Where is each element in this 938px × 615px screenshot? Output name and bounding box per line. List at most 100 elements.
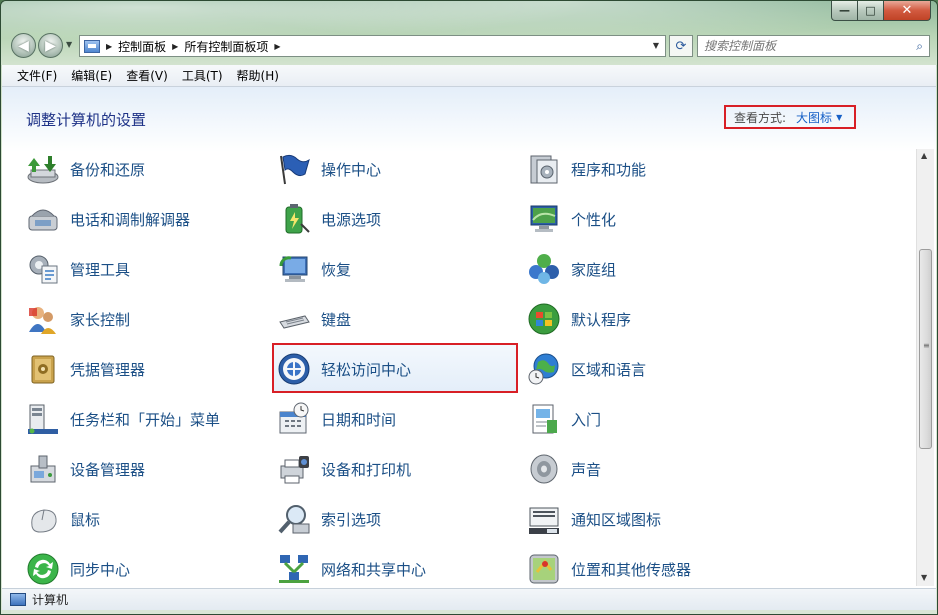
action-center-flag-icon <box>277 152 311 186</box>
item-date-time[interactable]: 日期和时间 <box>277 395 396 443</box>
refresh-button[interactable]: ⟳ <box>669 35 693 57</box>
caption-buttons: — □ ✕ <box>831 1 931 21</box>
menu-file[interactable]: 文件(F) <box>10 67 64 84</box>
address-dropdown-chevron-icon[interactable]: ▼ <box>653 41 659 50</box>
item-indexing-options[interactable]: 索引选项 <box>277 495 381 543</box>
breadcrumb-separator-icon[interactable]: ▶ <box>106 42 112 51</box>
recovery-icon <box>277 252 311 286</box>
admin-tools-icon <box>26 252 60 286</box>
item-backup-restore[interactable]: 备份和还原 <box>26 149 145 193</box>
item-label: 操作中心 <box>321 160 382 179</box>
item-ease-of-access[interactable]: 轻松访问中心 <box>277 345 411 393</box>
item-label: 恢复 <box>321 260 352 279</box>
maximize-button[interactable]: □ <box>858 1 884 21</box>
programs-features-icon <box>527 152 561 186</box>
ease-of-access-icon <box>277 352 311 386</box>
item-homegroup[interactable]: 家庭组 <box>527 245 616 293</box>
item-phone-modem[interactable]: 电话和调制解调器 <box>26 195 190 243</box>
item-sync-center[interactable]: 同步中心 <box>26 545 130 588</box>
content-area: 调整计算机的设置 查看方式: 大图标 ▼ 备份和还原 电话和调制解调器 管理工具… <box>2 87 936 588</box>
homegroup-icon <box>527 252 561 286</box>
view-by-label: 查看方式: <box>734 110 787 125</box>
item-devices-printers[interactable]: 设备和打印机 <box>277 445 411 493</box>
item-credential-manager[interactable]: 凭据管理器 <box>26 345 145 393</box>
chevron-down-icon[interactable]: ▼ <box>836 113 842 122</box>
keyboard-icon <box>277 302 311 336</box>
breadcrumb-separator-icon[interactable]: ▶ <box>172 42 178 51</box>
item-label: 设备和打印机 <box>321 460 412 479</box>
scroll-down-arrow-icon[interactable]: ▼ <box>921 573 927 582</box>
breadcrumb-separator-icon[interactable]: ▶ <box>274 42 280 51</box>
credential-manager-icon <box>26 352 60 386</box>
forward-arrow-icon: ▶ <box>45 37 56 54</box>
item-label: 管理工具 <box>70 260 131 279</box>
view-by-selector[interactable]: 查看方式: 大图标 ▼ <box>724 105 856 129</box>
vertical-scrollbar[interactable]: ▲ ≡ ▼ <box>916 149 934 586</box>
back-arrow-icon: ◀ <box>18 37 29 54</box>
item-default-programs[interactable]: 默认程序 <box>527 295 631 343</box>
item-recovery[interactable]: 恢复 <box>277 245 351 293</box>
sync-center-icon <box>26 552 60 586</box>
search-icon[interactable]: ⌕ <box>916 39 923 54</box>
item-sound[interactable]: 声音 <box>527 445 601 493</box>
location-sensors-icon <box>527 552 561 586</box>
item-location-sensors[interactable]: 位置和其他传感器 <box>527 545 691 588</box>
item-label: 个性化 <box>571 210 617 229</box>
item-parental-controls[interactable]: 家长控制 <box>26 295 130 343</box>
power-options-icon <box>277 202 311 236</box>
menu-edit[interactable]: 编辑(E) <box>64 67 119 84</box>
item-personalization[interactable]: 个性化 <box>527 195 616 243</box>
item-programs-features[interactable]: 程序和功能 <box>527 149 646 193</box>
network-sharing-icon <box>277 552 311 586</box>
item-label: 声音 <box>571 460 602 479</box>
close-button[interactable]: ✕ <box>884 1 931 21</box>
item-action-center[interactable]: 操作中心 <box>277 149 381 193</box>
backup-restore-icon <box>26 152 60 186</box>
menu-tools[interactable]: 工具(T) <box>175 67 230 84</box>
item-device-manager[interactable]: 设备管理器 <box>26 445 145 493</box>
item-notification-area[interactable]: 通知区域图标 <box>527 495 661 543</box>
item-power-options[interactable]: 电源选项 <box>277 195 381 243</box>
device-manager-icon <box>26 452 60 486</box>
control-panel-items: 备份和还原 电话和调制解调器 管理工具 家长控制 凭据管理器 任务栏和「开始」菜… <box>2 149 916 588</box>
item-getting-started[interactable]: 入门 <box>527 395 601 443</box>
menu-view[interactable]: 查看(V) <box>119 67 175 84</box>
item-label: 索引选项 <box>321 510 382 529</box>
getting-started-icon <box>527 402 561 436</box>
sound-icon <box>527 452 561 486</box>
item-mouse[interactable]: 鼠标 <box>26 495 100 543</box>
breadcrumb-control-panel[interactable]: 控制面板 <box>118 38 166 55</box>
item-label: 电源选项 <box>321 210 382 229</box>
region-language-icon <box>527 352 561 386</box>
search-box[interactable]: ⌕ <box>697 35 930 57</box>
item-keyboard[interactable]: 键盘 <box>277 295 351 343</box>
recent-pages-chevron-down-icon[interactable]: ▼ <box>66 40 72 49</box>
scroll-up-arrow-icon[interactable]: ▲ <box>921 151 927 160</box>
item-label: 默认程序 <box>571 310 632 329</box>
item-network-sharing[interactable]: 网络和共享中心 <box>277 545 426 588</box>
scrollbar-thumb[interactable]: ≡ <box>919 249 932 449</box>
item-taskbar-start-menu[interactable]: 任务栏和「开始」菜单 <box>26 395 220 443</box>
item-label: 位置和其他传感器 <box>571 560 692 579</box>
page-title: 调整计算机的设置 <box>26 111 147 129</box>
personalization-icon <box>527 202 561 236</box>
minimize-button[interactable]: — <box>831 1 858 21</box>
back-button[interactable]: ◀ <box>11 33 36 58</box>
forward-button[interactable]: ▶ <box>38 33 63 58</box>
address-bar[interactable]: ▶ 控制面板 ▶ 所有控制面板项 ▶ ▼ <box>79 35 666 57</box>
view-by-value[interactable]: 大图标 <box>796 109 832 126</box>
item-label: 家庭组 <box>571 260 617 279</box>
item-label: 区域和语言 <box>571 360 647 379</box>
item-region-language[interactable]: 区域和语言 <box>527 345 646 393</box>
parental-controls-icon <box>26 302 60 336</box>
breadcrumb-all-items[interactable]: 所有控制面板项 <box>184 38 268 55</box>
date-time-icon <box>277 402 311 436</box>
item-label: 备份和还原 <box>70 160 146 179</box>
item-admin-tools[interactable]: 管理工具 <box>26 245 130 293</box>
menu-help[interactable]: 帮助(H) <box>230 67 286 84</box>
search-input[interactable] <box>704 39 894 53</box>
indexing-options-icon <box>277 502 311 536</box>
refresh-icon: ⟳ <box>675 38 687 54</box>
item-label: 轻松访问中心 <box>321 360 412 379</box>
item-label: 家长控制 <box>70 310 131 329</box>
